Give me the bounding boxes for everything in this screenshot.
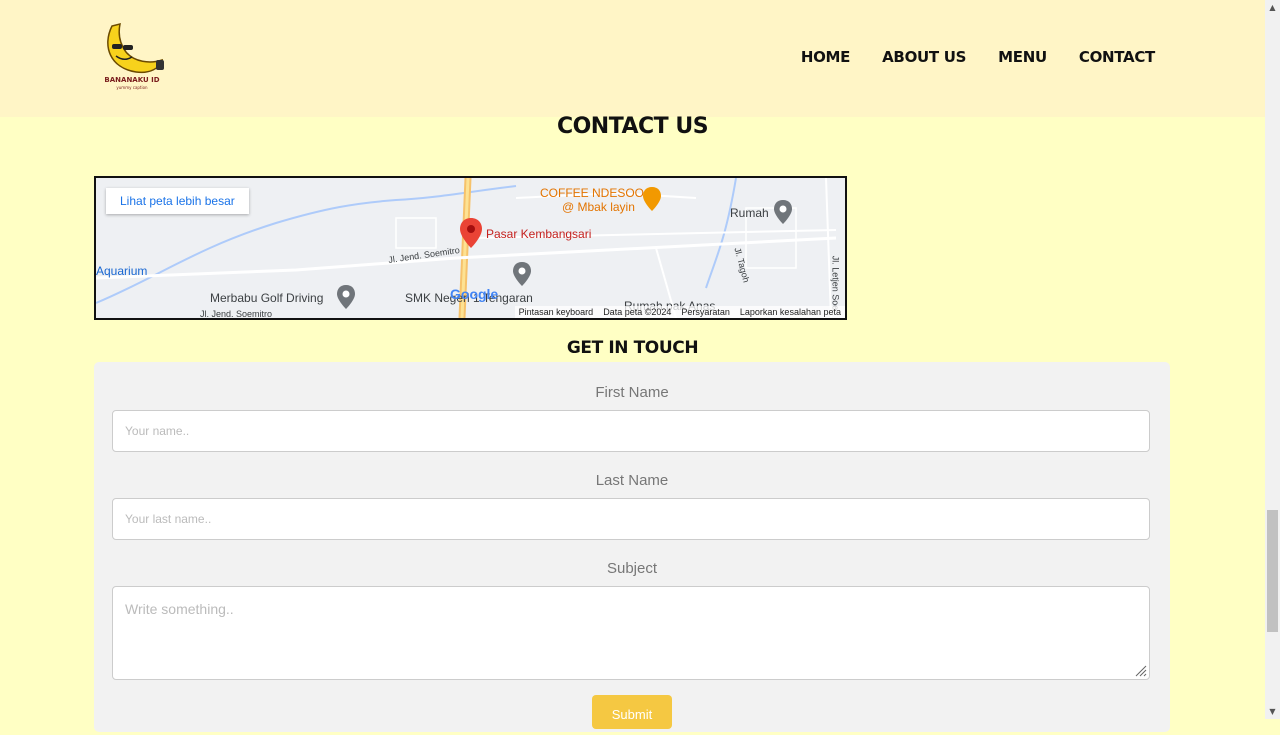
nav-menu[interactable]: MENU [998, 48, 1047, 66]
place-aquarium-label: Aquarium [96, 264, 148, 278]
main-nav: HOME ABOUT US MENU CONTACT [801, 48, 1155, 66]
banana-logo[interactable]: BANANAKU ID yummy caption [94, 16, 170, 92]
resize-handle-icon[interactable] [1135, 665, 1147, 677]
golf-pin-icon[interactable] [336, 284, 356, 310]
google-logo: Google [450, 286, 499, 302]
terms-link[interactable]: Persyaratan [681, 307, 730, 317]
submit-button[interactable]: Submit [592, 695, 672, 729]
place-rumah-label: Rumah [730, 206, 769, 220]
scrollbar-thumb[interactable] [1267, 510, 1278, 632]
last-name-input[interactable]: Your last name.. [112, 498, 1150, 540]
logo-text: BANANAKU ID [104, 76, 159, 84]
view-larger-map-button[interactable]: Lihat peta lebih besar [106, 188, 249, 214]
scroll-down-arrow-icon[interactable]: ▼ [1265, 704, 1280, 719]
scrollbar[interactable]: ▲ ▼ [1265, 0, 1280, 719]
nav-contact[interactable]: CONTACT [1079, 48, 1155, 66]
restaurant-pin-icon[interactable] [642, 186, 662, 212]
place-pin-icon[interactable] [773, 199, 793, 225]
first-name-input[interactable]: Your name.. [112, 410, 1150, 452]
form-title: GET IN TOUCH [566, 338, 699, 358]
map-footer: Pintasan keyboard Data peta ©2024 Persya… [514, 306, 845, 318]
map-data-text: Data peta ©2024 [603, 307, 672, 317]
place-pasar-label: Pasar Kembangsari [486, 227, 592, 241]
subject-placeholder: Write something.. [125, 601, 234, 617]
logo-tagline: yummy caption [116, 85, 148, 90]
site-header: BANANAKU ID yummy caption HOME ABOUT US … [0, 0, 1265, 117]
page-title: CONTACT US [556, 114, 709, 139]
contact-form: First Name Your name.. Last Name Your la… [94, 362, 1170, 732]
street-soemitro-label-2: Jl. Jend. Soemitro [200, 309, 273, 319]
first-name-label: First Name [595, 384, 669, 401]
nav-about-us[interactable]: ABOUT US [882, 48, 966, 66]
place-coffee-sub-label: @ Mbak layin [562, 200, 635, 214]
scroll-up-arrow-icon[interactable]: ▲ [1265, 0, 1280, 15]
place-coffee-label: COFFEE NDESOO [540, 186, 645, 200]
report-error-link[interactable]: Laporkan kesalahan peta [740, 307, 841, 317]
street-letjen-label: Jl. Letjen Soe [830, 255, 841, 311]
school-pin-icon[interactable] [512, 261, 532, 287]
embedded-map[interactable]: Lihat peta lebih besar Pasar Kembangsari… [94, 176, 847, 320]
keyboard-shortcuts-link[interactable]: Pintasan keyboard [519, 307, 594, 317]
subject-label: Subject [606, 560, 658, 577]
subject-textarea[interactable]: Write something.. [112, 586, 1150, 680]
last-name-label: Last Name [595, 472, 669, 489]
nav-home[interactable]: HOME [801, 48, 851, 66]
place-merbabu-label: Merbabu Golf Driving [210, 291, 324, 305]
map-pin-icon[interactable] [458, 216, 484, 250]
